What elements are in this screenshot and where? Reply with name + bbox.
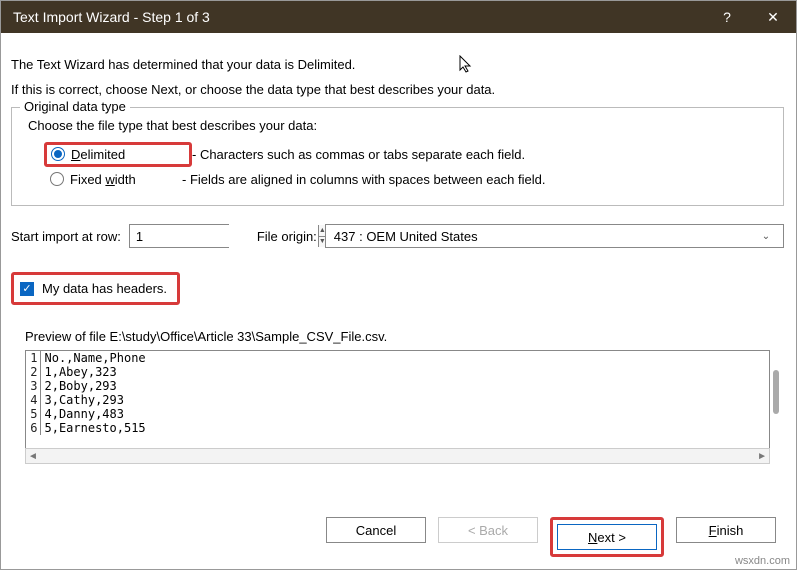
- dialog-body: The Text Wizard has determined that your…: [1, 33, 796, 484]
- group-legend: Original data type: [20, 99, 130, 114]
- titlebar-title: Text Import Wizard - Step 1 of 3: [13, 9, 704, 25]
- radio-delimited-row: Delimited - Characters such as commas or…: [44, 143, 771, 165]
- intro-line-2: If this is correct, choose Next, or choo…: [11, 82, 784, 97]
- vertical-scrollbar[interactable]: [773, 370, 779, 414]
- radio-delimited[interactable]: [51, 147, 65, 161]
- headers-row: ✓ My data has headers.: [11, 272, 784, 305]
- highlight-next: Next >: [550, 517, 664, 557]
- watermark: wsxdn.com: [735, 555, 790, 567]
- close-button[interactable]: ✕: [750, 1, 796, 33]
- preview-box: 1No.,Name,Phone 21,Abey,323 32,Boby,293 …: [25, 350, 770, 448]
- original-data-type-group: Original data type Choose the file type …: [11, 107, 784, 206]
- highlight-delimited: Delimited: [44, 142, 192, 167]
- next-button[interactable]: Next >: [557, 524, 657, 550]
- chevron-down-icon: ⌄: [757, 225, 775, 247]
- group-prompt: Choose the file type that best describes…: [28, 118, 771, 133]
- scroll-right-icon[interactable]: ►: [757, 451, 767, 462]
- start-row-spinner[interactable]: ▲ ▼: [129, 224, 229, 248]
- start-row-label: Start import at row:: [11, 229, 121, 244]
- preview-row: 43,Cathy,293: [26, 393, 769, 407]
- back-button[interactable]: < Back: [438, 517, 538, 543]
- finish-button[interactable]: Finish: [676, 517, 776, 543]
- radio-fixed-label[interactable]: Fixed width: [70, 172, 158, 187]
- file-origin-value: 437 : OEM United States: [334, 229, 478, 244]
- button-row: Cancel < Back Next > Finish: [13, 517, 784, 557]
- radio-delimited-desc: - Characters such as commas or tabs sepa…: [192, 147, 525, 162]
- start-import-row: Start import at row: ▲ ▼ File origin: 43…: [11, 224, 784, 248]
- radio-delimited-label[interactable]: Delimited: [71, 147, 159, 162]
- headers-checkbox[interactable]: ✓: [20, 282, 34, 296]
- preview-row: 65,Earnesto,515: [26, 421, 769, 435]
- radio-fixed-row: Fixed width - Fields are aligned in colu…: [50, 168, 771, 190]
- highlight-headers: ✓ My data has headers.: [11, 272, 180, 305]
- preview-container: 1No.,Name,Phone 21,Abey,323 32,Boby,293 …: [25, 350, 770, 448]
- dialog-window: Text Import Wizard - Step 1 of 3 ? ✕ The…: [0, 0, 797, 570]
- headers-label[interactable]: My data has headers.: [42, 281, 167, 296]
- preview-row: 32,Boby,293: [26, 379, 769, 393]
- radio-fixed-desc: - Fields are aligned in columns with spa…: [182, 172, 545, 187]
- intro-line-1: The Text Wizard has determined that your…: [11, 57, 784, 72]
- preview-label: Preview of file E:\study\Office\Article …: [25, 329, 784, 344]
- preview-table: 1No.,Name,Phone 21,Abey,323 32,Boby,293 …: [26, 351, 769, 435]
- preview-row: 54,Danny,483: [26, 407, 769, 421]
- file-origin-select[interactable]: 437 : OEM United States ⌄: [325, 224, 784, 248]
- scroll-left-icon[interactable]: ◄: [28, 451, 38, 462]
- help-button[interactable]: ?: [704, 1, 750, 33]
- horizontal-scrollbar[interactable]: ◄ ►: [25, 448, 770, 464]
- file-origin-label: File origin:: [257, 229, 317, 244]
- titlebar: Text Import Wizard - Step 1 of 3 ? ✕: [1, 1, 796, 33]
- preview-row: 1No.,Name,Phone: [26, 351, 769, 365]
- radio-fixed-width[interactable]: [50, 172, 64, 186]
- preview-row: 21,Abey,323: [26, 365, 769, 379]
- cancel-button[interactable]: Cancel: [326, 517, 426, 543]
